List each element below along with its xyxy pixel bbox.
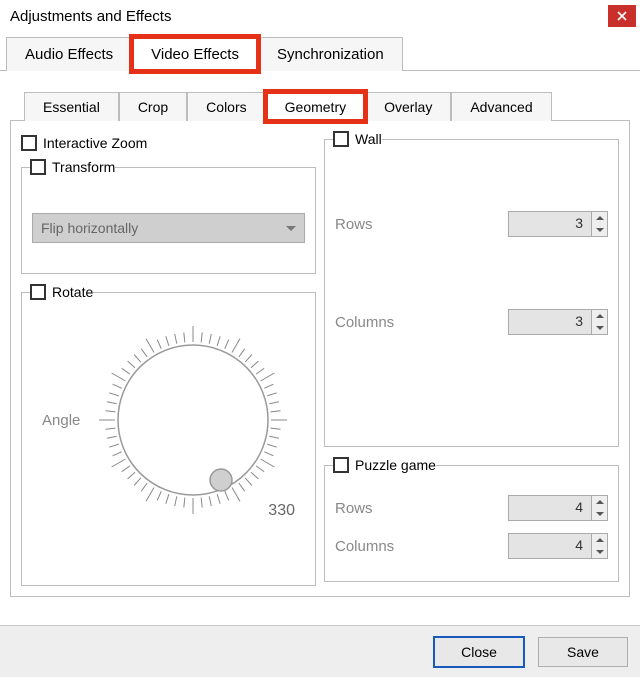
puzzle-rows-up[interactable] [592, 496, 607, 508]
wall-cols-up[interactable] [592, 310, 607, 322]
puzzle-group: Puzzle game Rows 4 Columns [324, 457, 619, 582]
puzzle-rows-spinner[interactable]: 4 [508, 495, 608, 521]
puzzle-cols-label: Columns [335, 538, 394, 555]
right-column: Wall Rows 3 Columns [324, 131, 619, 596]
tab-advanced[interactable]: Advanced [451, 92, 551, 121]
puzzle-cols-down[interactable] [592, 546, 607, 558]
interactive-zoom-label: Interactive Zoom [43, 135, 147, 151]
wall-cols-spinner[interactable]: 3 [508, 309, 608, 335]
wall-group: Wall Rows 3 Columns [324, 131, 619, 447]
puzzle-cols-up[interactable] [592, 534, 607, 546]
puzzle-cols-value: 4 [509, 534, 591, 558]
tab-colors[interactable]: Colors [187, 92, 265, 121]
transform-label: Transform [52, 159, 115, 175]
rotate-checkbox[interactable] [30, 284, 46, 300]
angle-value: 330 [268, 502, 295, 520]
transform-dropdown[interactable]: Flip horizontally [32, 213, 305, 243]
wall-rows-spinner[interactable]: 3 [508, 211, 608, 237]
wall-rows-label: Rows [335, 216, 373, 233]
tab-audio-effects[interactable]: Audio Effects [6, 37, 132, 71]
close-icon[interactable] [608, 5, 636, 27]
angle-dial[interactable]: 330 [90, 320, 295, 520]
close-button[interactable]: Close [434, 637, 524, 667]
puzzle-rows-label: Rows [335, 500, 373, 517]
sub-tabs: Essential Crop Colors Geometry Overlay A… [10, 71, 630, 121]
puzzle-rows-down[interactable] [592, 508, 607, 520]
wall-rows-down[interactable] [592, 224, 607, 236]
wall-checkbox[interactable] [333, 131, 349, 147]
save-button[interactable]: Save [538, 637, 628, 667]
tab-crop[interactable]: Crop [119, 92, 187, 121]
left-column: Interactive Zoom Transform Flip horizont… [21, 131, 316, 596]
transform-checkbox[interactable] [30, 159, 46, 175]
interactive-zoom-checkbox[interactable] [21, 135, 37, 151]
tab-geometry[interactable]: Geometry [266, 92, 365, 121]
tab-overlay[interactable]: Overlay [365, 92, 451, 121]
angle-label: Angle [42, 412, 80, 429]
dialog-title: Adjustments and Effects [10, 8, 608, 25]
wall-rows-value: 3 [509, 212, 591, 236]
wall-cols-value: 3 [509, 310, 591, 334]
wall-cols-down[interactable] [592, 322, 607, 334]
adjustments-effects-dialog: Adjustments and Effects Audio Effects Vi… [0, 0, 640, 677]
geometry-panel: Interactive Zoom Transform Flip horizont… [10, 121, 630, 597]
chevron-down-icon [286, 226, 296, 231]
puzzle-cols-spinner[interactable]: 4 [508, 533, 608, 559]
tab-essential[interactable]: Essential [24, 92, 119, 121]
rotate-label: Rotate [52, 284, 93, 300]
dial-icon [93, 320, 293, 520]
transform-group: Transform Flip horizontally [21, 159, 316, 274]
tab-synchronization[interactable]: Synchronization [258, 37, 403, 71]
tab-video-effects[interactable]: Video Effects [132, 37, 258, 71]
puzzle-label: Puzzle game [355, 457, 436, 473]
interactive-zoom-row: Interactive Zoom [21, 135, 316, 151]
rotate-group: Rotate Angle 330 [21, 284, 316, 586]
titlebar: Adjustments and Effects [0, 0, 640, 32]
main-tabs: Audio Effects Video Effects Synchronizat… [0, 32, 640, 71]
dialog-footer: Close Save [0, 625, 640, 677]
puzzle-checkbox[interactable] [333, 457, 349, 473]
wall-label: Wall [355, 131, 382, 147]
wall-rows-up[interactable] [592, 212, 607, 224]
puzzle-rows-value: 4 [509, 496, 591, 520]
wall-cols-label: Columns [335, 314, 394, 331]
transform-selected: Flip horizontally [41, 220, 138, 236]
